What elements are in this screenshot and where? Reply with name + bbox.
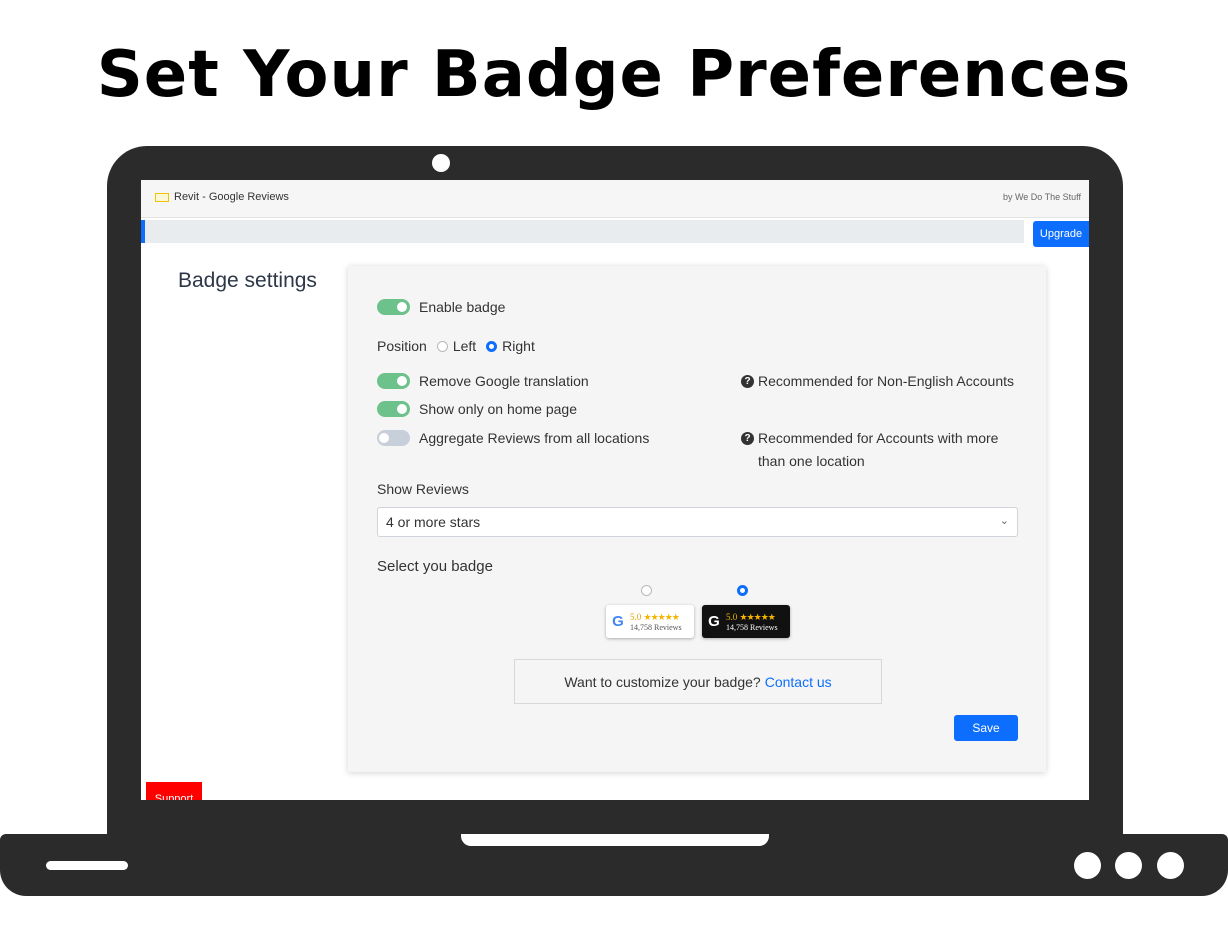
aggregate-note-line1: Recommended for Accounts with more (758, 430, 999, 446)
laptop-speaker (46, 861, 128, 870)
position-right-radio[interactable] (486, 340, 498, 352)
webcam-dot (432, 154, 450, 172)
home-only-toggle[interactable] (377, 401, 410, 417)
customize-text: Want to customize your badge? (564, 673, 761, 690)
select-badge-label: Select you badge (377, 558, 493, 575)
aggregate-note-line2: than one location (758, 453, 865, 469)
question-icon: ? (741, 375, 754, 388)
page-headline: Set Your Badge Preferences (96, 38, 1132, 112)
aggregate-row: Aggregate Reviews from all locations (377, 430, 649, 446)
position-left-label: Left (452, 338, 477, 354)
home-only-label: Show only on home page (419, 401, 577, 417)
show-reviews-select[interactable]: 4 or more stars ⌄ (377, 507, 1018, 537)
laptop-notch (461, 834, 769, 846)
aggregate-note: ? Recommended for Accounts with more tha… (741, 427, 998, 473)
save-button[interactable]: Save (954, 715, 1018, 741)
google-g-icon: G (708, 612, 720, 630)
badge-rating: 5.0 ★★★★★ (726, 611, 776, 622)
upgrade-button[interactable]: Upgrade (1033, 221, 1089, 247)
contact-us-link[interactable]: Contact us (765, 674, 832, 690)
chevron-down-icon: ⌄ (999, 515, 1009, 527)
badge-dark-option[interactable]: G 5.0 ★★★★★ 14,758 Reviews (702, 605, 790, 638)
badge-dark-radio[interactable] (737, 585, 748, 596)
remove-translation-toggle[interactable] (377, 373, 410, 389)
aggregate-label: Aggregate Reviews from all locations (419, 430, 650, 446)
show-reviews-label: Show Reviews (377, 481, 469, 497)
position-left-radio[interactable] (436, 340, 448, 352)
app-developer: by We Do The Stuff (1002, 192, 1081, 202)
settings-card: Enable badge Position Left Right Remove … (348, 266, 1046, 772)
nav-strip (141, 220, 1024, 243)
position-row: Position Left Right (377, 338, 535, 354)
support-button[interactable]: Support (146, 782, 202, 800)
aggregate-toggle[interactable] (377, 430, 410, 446)
enable-badge-label: Enable badge (419, 299, 506, 315)
app-titlebar: Revit - Google Reviews by We Do The Stuf… (141, 180, 1089, 218)
question-icon: ? (741, 432, 754, 445)
google-g-icon: G (612, 612, 624, 630)
remove-translation-label: Remove Google translation (419, 373, 589, 389)
app-screen: Revit - Google Reviews by We Do The Stuf… (141, 180, 1089, 800)
badge-reviews-count: 14,758 Reviews (630, 622, 682, 632)
laptop-indicator-dot (1074, 852, 1101, 879)
position-right-label: Right (502, 338, 535, 354)
enable-badge-toggle[interactable] (377, 299, 410, 315)
customize-badge-box: Want to customize your badge? Contact us (514, 659, 882, 704)
translation-note-text: Recommended for Non-English Accounts (758, 373, 1015, 389)
position-label: Position (377, 338, 427, 354)
badge-rating: 5.0 ★★★★★ (630, 611, 680, 622)
home-only-row: Show only on home page (377, 401, 577, 417)
app-title: Revit - Google Reviews (174, 191, 289, 203)
show-reviews-value: 4 or more stars (386, 514, 481, 530)
nav-active-marker (141, 220, 145, 243)
badge-light-option[interactable]: G 5.0 ★★★★★ 14,758 Reviews (606, 605, 694, 638)
app-logo-icon (155, 193, 169, 202)
enable-badge-row: Enable badge (377, 299, 505, 315)
remove-translation-row: Remove Google translation (377, 373, 589, 389)
badge-reviews-count: 14,758 Reviews (726, 622, 778, 632)
badge-light-radio[interactable] (641, 585, 652, 596)
laptop-indicator-dot (1115, 852, 1142, 879)
translation-note: ? Recommended for Non-English Accounts (741, 370, 1014, 393)
laptop-indicator-dot (1157, 852, 1184, 879)
section-title: Badge settings (178, 269, 317, 292)
